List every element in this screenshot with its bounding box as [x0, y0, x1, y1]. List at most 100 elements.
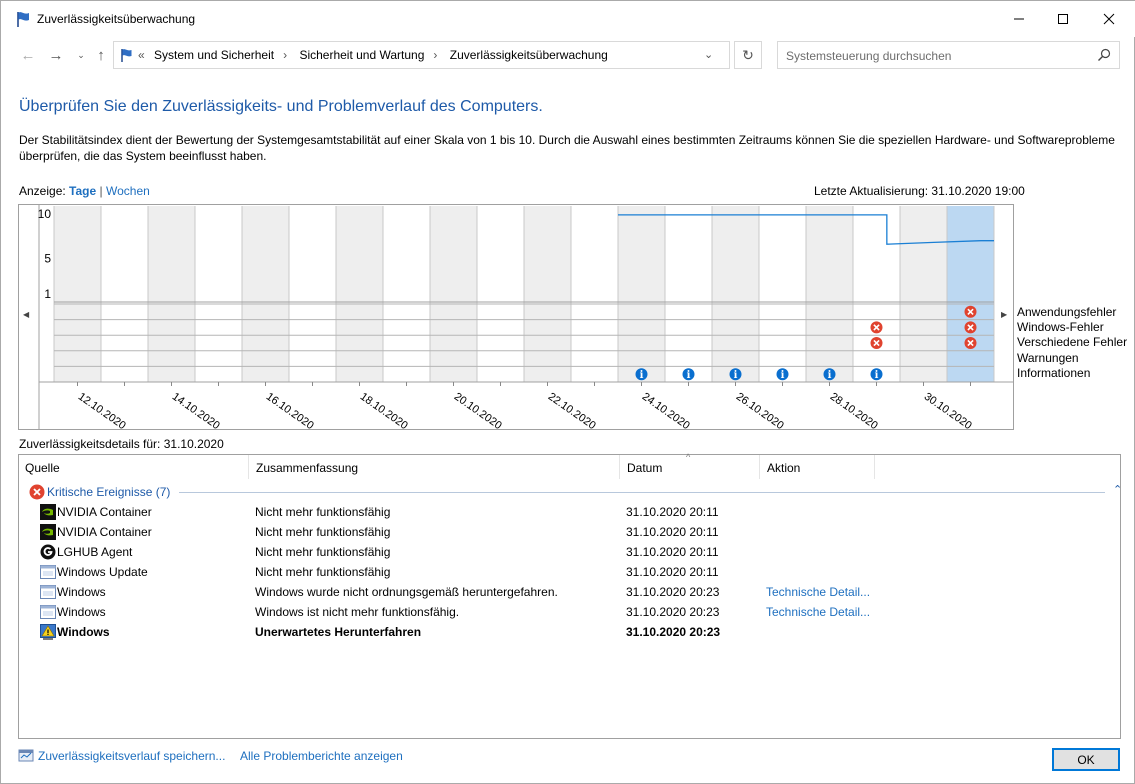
cell-date: 31.10.2020 20:11	[626, 505, 719, 519]
sort-ascending-icon: ^	[686, 452, 691, 462]
group-critical-events[interactable]: Kritische Ereignisse (7) ⌃	[29, 483, 1122, 501]
stability-chart[interactable]: 10 5 1 12.10.2020 14.10.2020 16.10.2020 18.10.…	[18, 204, 1014, 430]
cell-source: Windows	[57, 605, 106, 619]
breadcrumb-system-security[interactable]: System und Sicherheit	[154, 48, 274, 62]
table-row[interactable]: Windows Windows ist nicht mehr funktionsf…	[19, 602, 1120, 622]
search-icon[interactable]	[1097, 48, 1111, 62]
day-column	[524, 206, 571, 382]
search-input[interactable]: Systemsteuerung durchsuchen	[777, 41, 1120, 69]
legend-information: Informationen	[1017, 365, 1091, 380]
day-column	[383, 206, 430, 382]
cell-source: Windows	[57, 585, 106, 599]
breadcrumb-security-maintenance[interactable]: Sicherheit und Wartung	[299, 48, 424, 62]
forward-button[interactable]: →	[46, 45, 66, 65]
cell-source: Windows	[57, 625, 110, 639]
table-row[interactable]: Windows Update Nicht mehr funktionsfähig 3…	[19, 562, 1120, 582]
day-column	[571, 206, 618, 382]
cell-summary: Nicht mehr funktionsfähig	[255, 545, 391, 559]
x-tick-label: 22.10.2020	[546, 391, 598, 429]
cell-summary: Nicht mehr funktionsfähig	[255, 565, 391, 579]
search-placeholder: Systemsteuerung durchsuchen	[786, 49, 952, 63]
day-column	[289, 206, 336, 382]
cell-action-link[interactable]: Technische Detail...	[766, 585, 870, 599]
ok-button[interactable]: OK	[1052, 748, 1120, 771]
chart-scroll-right-icon[interactable]: ▶	[1001, 310, 1007, 319]
column-divider[interactable]	[248, 455, 249, 479]
save-history-icon	[18, 749, 34, 762]
refresh-icon: ↻	[742, 46, 754, 63]
day-column	[101, 206, 148, 382]
flag-icon	[121, 49, 132, 62]
day-column	[430, 206, 477, 382]
cell-summary: Nicht mehr funktionsfähig	[255, 525, 391, 539]
x-tick-label: 28.10.2020	[828, 391, 880, 429]
breadcrumb-overflow[interactable]: «	[138, 48, 145, 62]
table-row[interactable]: NVIDIA Container Nicht mehr funktionsfähi…	[19, 502, 1120, 522]
cell-summary: Nicht mehr funktionsfähig	[255, 505, 391, 519]
x-tick-label: 24.10.2020	[640, 391, 692, 429]
column-divider[interactable]	[759, 455, 760, 479]
chevron-up-icon[interactable]: ⌃	[1113, 483, 1122, 496]
x-tick-label: 12.10.2020	[76, 391, 128, 429]
view-separator: |	[99, 184, 103, 198]
legend-application-errors: Anwendungsfehler	[1017, 305, 1117, 319]
chevron-down-icon: ⌄	[77, 49, 85, 60]
day-column	[947, 206, 994, 382]
chart-scroll-left-icon[interactable]: ◀	[23, 310, 29, 319]
view-days-link[interactable]: Tage	[69, 184, 96, 198]
column-divider[interactable]	[874, 455, 875, 479]
back-button[interactable]: ←	[18, 45, 38, 65]
chevron-right-icon[interactable]: ›	[283, 48, 287, 62]
address-bar[interactable]: « System und Sicherheit › Sicherheit und …	[113, 41, 730, 69]
window-title: Zuverlässigkeitsüberwachung	[37, 12, 196, 26]
title-bar[interactable]: Zuverlässigkeitsüberwachung	[1, 1, 1135, 37]
column-date[interactable]: Datum	[627, 461, 662, 475]
maximize-icon	[1058, 14, 1068, 24]
day-column	[148, 206, 195, 382]
group-label: Kritische Ereignisse (7)	[47, 485, 171, 499]
cell-summary: Windows wurde nicht ordnungsgemäß herunt…	[255, 585, 558, 599]
table-row[interactable]: LGHUB Agent Nicht mehr funktionsfähig 31.1…	[19, 542, 1120, 562]
up-button[interactable]: ↑	[91, 45, 111, 65]
minimize-icon	[1014, 18, 1024, 20]
table-row[interactable]: Windows Windows wurde nicht ordnungsgemäß…	[19, 582, 1120, 602]
column-source[interactable]: Quelle	[25, 461, 60, 475]
maximize-button[interactable]	[1040, 1, 1086, 37]
cell-source: NVIDIA Container	[57, 505, 152, 519]
arrow-right-icon: →	[48, 46, 64, 64]
day-column	[806, 206, 853, 382]
cell-date: 31.10.2020 20:11	[626, 525, 719, 539]
error-icon	[29, 484, 45, 500]
save-history-link[interactable]: Zuverlässigkeitsverlauf speichern...	[38, 749, 225, 763]
nvidia-icon	[40, 524, 56, 540]
info-event-glyph: i	[875, 370, 879, 381]
column-divider[interactable]	[619, 455, 620, 479]
column-action[interactable]: Aktion	[767, 461, 800, 475]
minimize-button[interactable]	[996, 1, 1042, 37]
chevron-right-icon[interactable]: ›	[433, 48, 437, 62]
cell-source: LGHUB Agent	[57, 545, 133, 559]
day-column	[853, 206, 900, 382]
day-column	[665, 206, 712, 382]
arrow-left-icon: ←	[20, 46, 36, 64]
table-row[interactable]: NVIDIA Container Nicht mehr funktionsfähi…	[19, 522, 1120, 542]
view-weeks-link[interactable]: Wochen	[106, 184, 150, 198]
address-dropdown-icon[interactable]: ⌄	[704, 48, 713, 61]
arrow-up-icon: ↑	[97, 46, 105, 64]
refresh-button[interactable]: ↻	[734, 41, 762, 69]
recent-dropdown[interactable]: ⌄	[71, 45, 91, 65]
show-all-reports-link[interactable]: Alle Problemberichte anzeigen	[240, 749, 403, 763]
close-button[interactable]	[1086, 1, 1132, 37]
close-icon	[1103, 13, 1115, 25]
column-summary[interactable]: Zusammenfassung	[256, 461, 358, 475]
cell-date: 31.10.2020 20:11	[626, 545, 719, 559]
breadcrumb-reliability-monitor[interactable]: Zuverlässigkeitsüberwachung	[450, 48, 608, 62]
cell-action-link[interactable]: Technische Detail...	[766, 605, 870, 619]
window-app-icon	[40, 584, 56, 600]
chart-legend: Anwendungsfehler Windows-Fehler Verschie…	[1017, 305, 1127, 381]
table-row[interactable]: Windows Unerwartetes Herunterfahren 31.10.…	[19, 622, 1120, 642]
last-update: Letzte Aktualisierung: 31.10.2020 19:00	[814, 184, 1025, 198]
group-divider	[179, 492, 1105, 493]
cell-date: 31.10.2020 20:11	[626, 565, 719, 579]
cell-source: NVIDIA Container	[57, 525, 152, 539]
